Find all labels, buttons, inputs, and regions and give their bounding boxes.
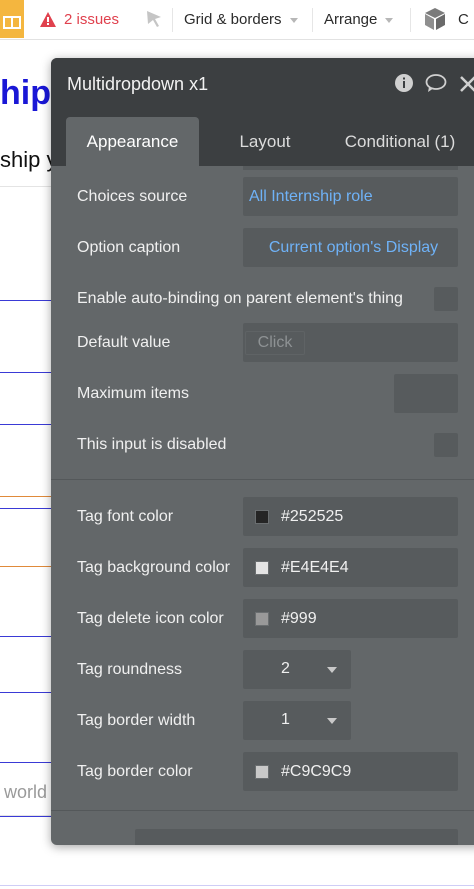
page-heading: hip	[0, 74, 51, 112]
tag-border-color-label: Tag border color	[77, 763, 193, 780]
comment-icon[interactable]	[425, 73, 447, 93]
tag-roundness-label: Tag roundness	[77, 661, 182, 678]
maximum-items-label: Maximum items	[77, 385, 190, 402]
tag-border-color-value: #C9C9C9	[281, 762, 352, 780]
toolbar-item-partial[interactable]: C	[458, 0, 469, 38]
tag-background-color-picker[interactable]: #E4E4E4	[243, 548, 458, 587]
tag-roundness-dropdown[interactable]: 2	[243, 650, 351, 689]
canvas-bottom-line	[0, 885, 474, 886]
color-swatch	[255, 611, 269, 626]
tag-border-color-picker[interactable]: #C9C9C9	[243, 752, 458, 791]
info-icon[interactable]	[394, 73, 414, 93]
panel-title: Multidropdown x1	[67, 74, 209, 94]
canvas-input-placeholder: world	[4, 782, 48, 802]
panel-header[interactable]: Multidropdown x1	[51, 58, 474, 110]
tab-layout[interactable]: Layout	[221, 117, 309, 166]
gift-icon	[3, 16, 21, 29]
tab-conditional[interactable]: Conditional (1)	[335, 117, 465, 166]
field-strip	[243, 166, 458, 170]
tag-border-width-value: 1	[281, 711, 290, 728]
top-toolbar: 2 issues Grid & borders Arrange C	[0, 0, 474, 40]
warning-icon	[40, 11, 56, 27]
section-divider	[51, 479, 474, 480]
page-subheading: ship y	[0, 147, 58, 172]
tag-delete-icon-color-picker[interactable]: #999	[243, 599, 458, 638]
auto-binding-label: Enable auto-binding on parent element's …	[77, 290, 403, 307]
tag-background-color-label: Tag background color	[77, 559, 230, 576]
panel-tabs: Appearance Layout Conditional (1)	[51, 110, 474, 166]
choices-source-field[interactable]: All Internship role	[243, 177, 458, 216]
maximum-items-input[interactable]	[394, 374, 458, 413]
issues-indicator[interactable]: 2 issues	[40, 0, 119, 38]
choices-source-label: Choices source	[77, 188, 188, 205]
section-divider	[51, 810, 474, 811]
grid-borders-menu[interactable]: Grid & borders	[184, 0, 298, 38]
property-editor-panel: Multidropdown x1 Appearance Layout Condi…	[51, 58, 474, 845]
toolbar-divider	[172, 8, 173, 32]
color-swatch	[255, 560, 269, 575]
tag-delete-icon-color-value: #999	[281, 609, 317, 627]
issues-label: 2 issues	[64, 10, 120, 28]
close-icon[interactable]	[458, 73, 474, 93]
arrange-menu[interactable]: Arrange	[324, 0, 394, 38]
grid-borders-label: Grid & borders	[184, 10, 282, 28]
input-disabled-checkbox[interactable]	[434, 433, 458, 457]
chevron-down-icon	[327, 667, 337, 673]
tag-roundness-value: 2	[281, 660, 290, 677]
components-button[interactable]	[424, 0, 446, 38]
color-swatch	[255, 509, 269, 524]
option-caption-field[interactable]: Current option's Display	[243, 228, 458, 267]
pointer-tool[interactable]	[145, 0, 165, 38]
tab-appearance[interactable]: Appearance	[66, 117, 199, 166]
cursor-arrow-icon	[147, 11, 161, 27]
arrange-label: Arrange	[324, 10, 378, 28]
default-value-click-button[interactable]: Click	[245, 331, 305, 355]
input-disabled-label: This input is disabled	[77, 436, 227, 453]
color-swatch	[255, 764, 269, 779]
option-caption-label: Option caption	[77, 239, 181, 256]
tag-font-color-picker[interactable]: #252525	[243, 497, 458, 536]
tag-delete-icon-color-label: Tag delete icon color	[77, 610, 224, 627]
tag-border-width-label: Tag border width	[77, 712, 196, 729]
tag-font-color-label: Tag font color	[77, 508, 174, 525]
default-value-label: Default value	[77, 334, 171, 351]
tag-background-color-value: #E4E4E4	[281, 558, 349, 576]
tag-font-color-value: #252525	[281, 507, 344, 525]
cube-icon	[425, 8, 445, 30]
partial-field[interactable]	[135, 829, 458, 845]
auto-binding-checkbox[interactable]	[434, 287, 458, 311]
toolbar-item-partial-label: C	[458, 10, 469, 28]
chevron-down-icon	[385, 17, 394, 23]
tag-border-width-dropdown[interactable]: 1	[243, 701, 351, 740]
app-logo[interactable]	[0, 0, 24, 38]
toolbar-divider	[312, 8, 313, 32]
chevron-down-icon	[289, 17, 298, 23]
toolbar-divider	[410, 8, 411, 32]
chevron-down-icon	[327, 718, 337, 724]
